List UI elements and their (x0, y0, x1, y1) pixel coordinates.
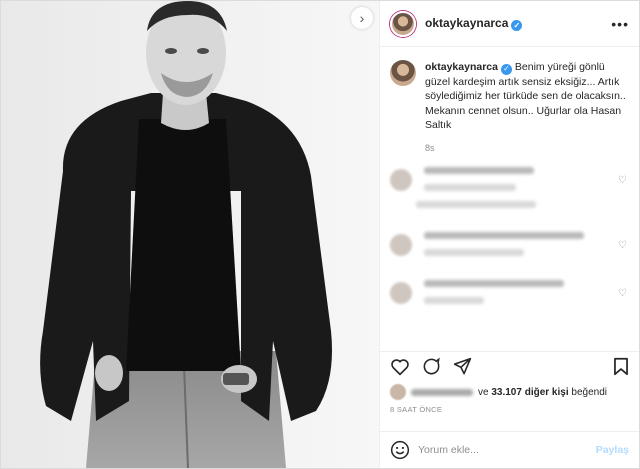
header-username-text[interactable]: oktaykaynarca (425, 16, 508, 30)
add-comment-bar: Paylaş (380, 431, 639, 468)
heart-icon[interactable] (390, 358, 410, 376)
post-photo[interactable]: › (1, 1, 379, 468)
likes-prefix: ve (478, 386, 489, 398)
comment-input[interactable] (418, 444, 596, 456)
comment-item: ♡ (390, 166, 629, 218)
comment-item: ♡ (390, 279, 629, 314)
likes-summary: ve 33.107 diğer kişi beğendi (390, 383, 629, 401)
liker-name-blurred[interactable] (411, 388, 473, 396)
post-sidebar: oktaykaynarca ✓ ••• oktaykaynarca ✓ Benim … (379, 1, 639, 468)
next-photo-icon[interactable]: › (351, 7, 373, 29)
avatar[interactable] (390, 10, 416, 37)
post-header: oktaykaynarca ✓ ••• (380, 1, 639, 47)
commenter-avatar[interactable] (390, 168, 412, 191)
comment-like-icon[interactable]: ♡ (618, 175, 627, 186)
comment-like-icon[interactable]: ♡ (618, 240, 627, 251)
action-bar (380, 351, 639, 381)
caption-avatar[interactable] (390, 60, 416, 86)
comment-content-blurred (424, 279, 629, 314)
comment-content-blurred (424, 231, 629, 266)
comment-content-blurred (416, 166, 629, 218)
comment-item: ♡ (390, 231, 629, 266)
caption-time: 8s (425, 142, 435, 153)
verified-badge-icon: ✓ (511, 20, 523, 31)
caption: oktaykaynarca ✓ Benim yüreği gönlü güzel … (390, 60, 629, 133)
caption-verified-icon: ✓ (500, 63, 512, 75)
comment-icon[interactable] (422, 357, 441, 376)
commenter-avatar[interactable] (390, 281, 412, 304)
bookmark-icon[interactable] (613, 357, 629, 376)
post-timestamp[interactable]: 8 SAAT ÖNCE (390, 405, 442, 414)
comment-like-icon[interactable]: ♡ (618, 288, 627, 299)
post-comment-button[interactable]: Paylaş (596, 444, 629, 456)
share-icon[interactable] (453, 357, 472, 376)
more-options-icon[interactable]: ••• (611, 16, 629, 32)
emoji-icon[interactable] (390, 440, 410, 460)
likes-suffix: beğendi (571, 386, 607, 398)
caption-text-block: oktaykaynarca ✓ Benim yüreği gönlü güzel … (425, 60, 629, 133)
instagram-post: › oktaykaynarca ✓ ••• oktaykaynarca ✓ Beni… (0, 0, 640, 469)
likes-count[interactable]: 33.107 diğer kişi (491, 387, 568, 398)
comments-section: oktaykaynarca ✓ Benim yüreği gönlü güzel … (380, 48, 639, 348)
liker-avatar[interactable] (390, 384, 406, 400)
header-username[interactable]: oktaykaynarca ✓ (425, 16, 523, 31)
caption-username[interactable]: oktaykaynarca (425, 61, 498, 73)
man-portrait-image (1, 1, 379, 468)
commenter-avatar[interactable] (390, 233, 412, 256)
